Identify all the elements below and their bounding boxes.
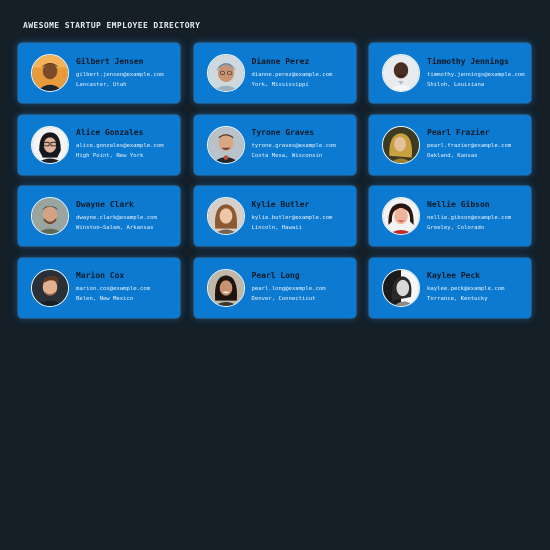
avatar [206, 125, 245, 164]
avatar [382, 125, 420, 164]
employee-name: Tyrone Graves [251, 128, 315, 137]
employee-email: alice.gonzales@example.com [76, 143, 164, 149]
employee-card[interactable]: Kaylee Peck kaylee.peck@example.com Torr… [369, 257, 531, 318]
employee-email: pearl.long@example.com [251, 286, 326, 292]
employee-location: Winston–Salem, Arkansas [76, 224, 154, 231]
employee-email: kylie.butler@example.com [251, 214, 333, 221]
employee-email: dwayne.clark@example.com [76, 214, 157, 221]
employee-location: Denver, Connecticut [251, 296, 316, 302]
employee-name: Kaylee Peck [427, 271, 480, 280]
employee-name: Marion Cox [76, 271, 125, 280]
employee-name: Kylie Butler [251, 199, 310, 209]
employee-card[interactable]: Kylie Butler kylie.butler@example.com Li… [193, 186, 356, 246]
employee-location: Shiloh, Louisiana [427, 81, 485, 88]
employee-name: Pearl Long [251, 271, 300, 280]
card-info: Kylie Butler kylie.butler@example.com Li… [252, 200, 333, 233]
employee-card[interactable]: Nellie Gibson nellie.gibson@example.com … [369, 186, 531, 246]
employee-location: York, Mississippi [251, 81, 309, 88]
avatar [31, 54, 69, 92]
avatar [31, 197, 69, 235]
employee-grid: Gilbert Jensen gilbert.jensen@example.co… [18, 43, 531, 318]
employee-location: High Point, New York [76, 153, 144, 159]
avatar [382, 197, 420, 235]
employee-name: Nellie Gibson [427, 199, 490, 209]
card-info: Kaylee Peck kaylee.peck@example.com Torr… [427, 271, 504, 304]
employee-card[interactable]: Tyrone Graves tyrone.graves@example.com … [193, 114, 356, 175]
card-info: Marion Cox marion.cox@example.com Belen,… [76, 271, 150, 304]
card-info: Alice Gonzales alice.gonzales@example.co… [76, 128, 164, 161]
page-title: AWESOME STARTUP EMPLOYEE DIRECTORY [23, 21, 201, 30]
avatar [206, 197, 245, 235]
employee-location: Lincoln, Hawaii [251, 224, 303, 231]
employee-name: Dwayne Clark [76, 199, 134, 209]
employee-name: Alice Gonzales [76, 128, 144, 137]
avatar [382, 54, 420, 92]
employee-card[interactable]: Dwayne Clark dwayne.clark@example.com Wi… [18, 186, 180, 246]
card-info: Pearl Frazier pearl.frazier@example.com … [427, 128, 511, 161]
employee-email: timmothy.jennings@example.com [427, 71, 525, 78]
card-info: Pearl Long pearl.long@example.com Denver… [252, 271, 326, 304]
employee-location: Torrance, Kentucky [427, 296, 488, 302]
avatar [31, 268, 69, 307]
employee-location: Belen, New Mexico [76, 296, 134, 302]
employee-card[interactable]: Gilbert Jensen gilbert.jensen@example.co… [18, 43, 180, 103]
employee-name: Timmothy Jennings [427, 56, 509, 66]
employee-name: Dianne Perez [251, 56, 310, 66]
employee-card[interactable]: Timmothy Jennings timmothy.jennings@exam… [369, 43, 531, 103]
avatar [206, 268, 245, 307]
employee-card[interactable]: Marion Cox marion.cox@example.com Belen,… [18, 257, 180, 318]
employee-email: gilbert.jensen@example.com [76, 71, 164, 78]
card-info: Dianne Perez dianne.perez@example.com Yo… [252, 57, 333, 90]
employee-email: dianne.perez@example.com [251, 71, 333, 78]
employee-location: Greeley, Colorado [427, 224, 485, 231]
employee-location: Lancaster, Utah [76, 81, 127, 88]
employee-name: Pearl Frazier [427, 128, 490, 137]
employee-card[interactable]: Pearl Long pearl.long@example.com Denver… [193, 257, 356, 318]
employee-name: Gilbert Jensen [76, 56, 144, 66]
card-info: Dwayne Clark dwayne.clark@example.com Wi… [76, 200, 157, 233]
avatar [31, 125, 69, 164]
employee-card[interactable]: Dianne Perez dianne.perez@example.com Yo… [193, 43, 356, 103]
card-info: Timmothy Jennings timmothy.jennings@exam… [427, 57, 525, 90]
employee-location: Costa Mesa, Wisconsin [251, 153, 323, 159]
employee-email: pearl.frazier@example.com [427, 143, 512, 149]
employee-card[interactable]: Pearl Frazier pearl.frazier@example.com … [369, 114, 531, 175]
employee-email: nellie.gibson@example.com [427, 214, 512, 221]
employee-email: kaylee.peck@example.com [427, 286, 505, 292]
employee-email: tyrone.graves@example.com [251, 143, 336, 149]
card-info: Nellie Gibson nellie.gibson@example.com … [427, 200, 511, 233]
card-info: Gilbert Jensen gilbert.jensen@example.co… [76, 57, 164, 90]
employee-card[interactable]: Alice Gonzales alice.gonzales@example.co… [18, 114, 180, 175]
card-info: Tyrone Graves tyrone.graves@example.com … [252, 128, 336, 161]
employee-location: Oakland, Kansas [427, 153, 478, 159]
avatar [382, 268, 420, 307]
employee-email: marion.cox@example.com [76, 286, 151, 292]
avatar [206, 54, 245, 92]
